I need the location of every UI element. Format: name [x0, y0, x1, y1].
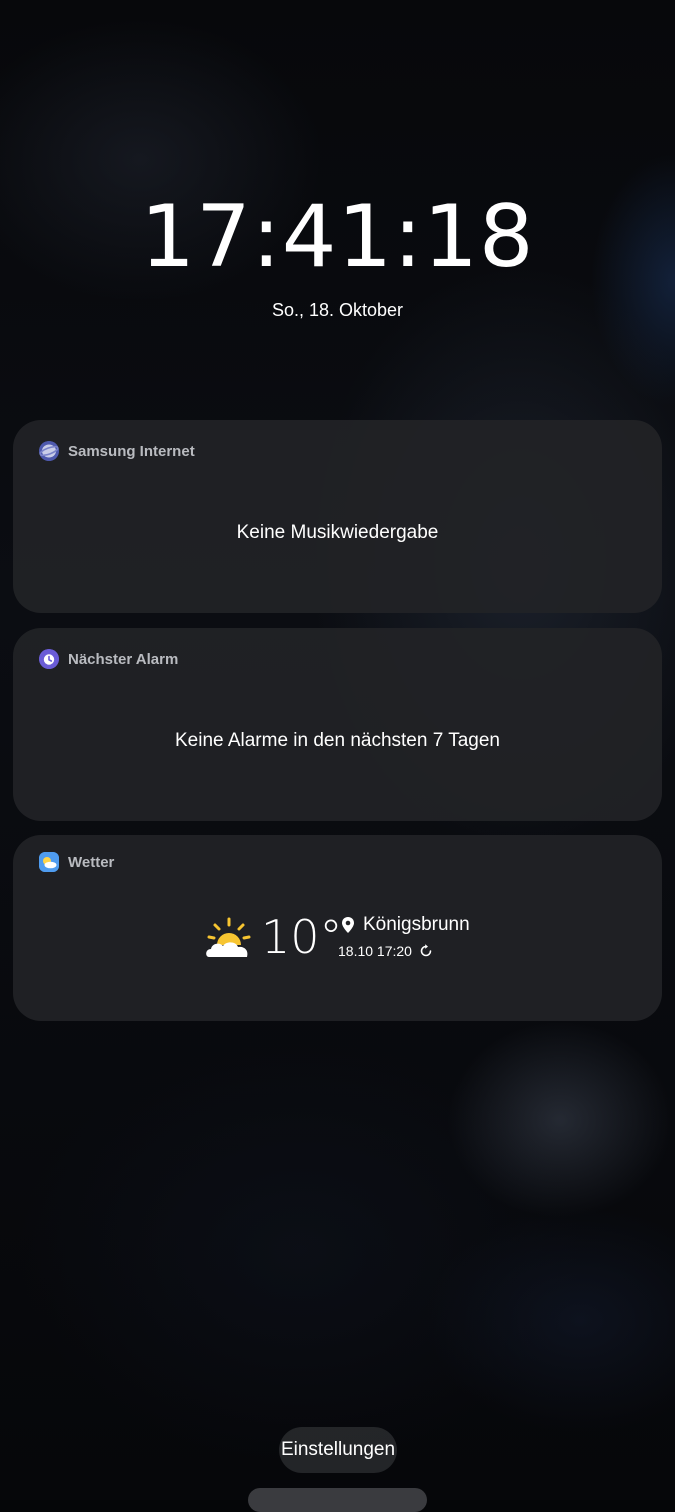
samsung-internet-icon — [39, 441, 59, 461]
weather-card[interactable]: Wetter 10° Königsbrunn 18.10 17:20 — [13, 835, 662, 1021]
partly-sunny-icon — [203, 915, 255, 968]
card-header: Samsung Internet — [39, 440, 195, 462]
media-card[interactable]: Samsung Internet Keine Musikwiedergabe — [13, 420, 662, 613]
location-pin-icon — [342, 917, 354, 933]
app-name: Samsung Internet — [68, 442, 195, 460]
refresh-icon[interactable] — [418, 943, 434, 959]
navigation-handle[interactable] — [248, 1488, 427, 1512]
card-header: Wetter — [39, 851, 114, 873]
location-name: Königsbrunn — [363, 914, 470, 935]
weather-summary: 10° Königsbrunn 18.10 17:20 — [13, 907, 662, 967]
temperature: 10° — [261, 910, 343, 964]
settings-button[interactable]: Einstellungen — [279, 1427, 397, 1473]
media-status-text: Keine Musikwiedergabe — [236, 522, 439, 543]
app-name: Wetter — [68, 853, 115, 871]
alarm-card[interactable]: Nächster Alarm Keine Alarme in den nächs… — [13, 628, 662, 821]
card-header: Nächster Alarm — [39, 648, 178, 670]
weather-app-icon — [39, 852, 59, 872]
alarm-clock-icon — [39, 649, 59, 669]
weather-updated: 18.10 17:20 — [338, 941, 434, 961]
alarm-status-text: Keine Alarme in den nächsten 7 Tagen — [175, 730, 500, 751]
weather-location: Königsbrunn — [341, 913, 470, 937]
lockscreen-date: So., 18. Oktober — [271, 300, 404, 320]
app-name: Nächster Alarm — [68, 650, 179, 668]
lockscreen-clock: 17:41:18 — [140, 187, 535, 287]
updated-time: 18.10 17:20 — [338, 943, 412, 959]
